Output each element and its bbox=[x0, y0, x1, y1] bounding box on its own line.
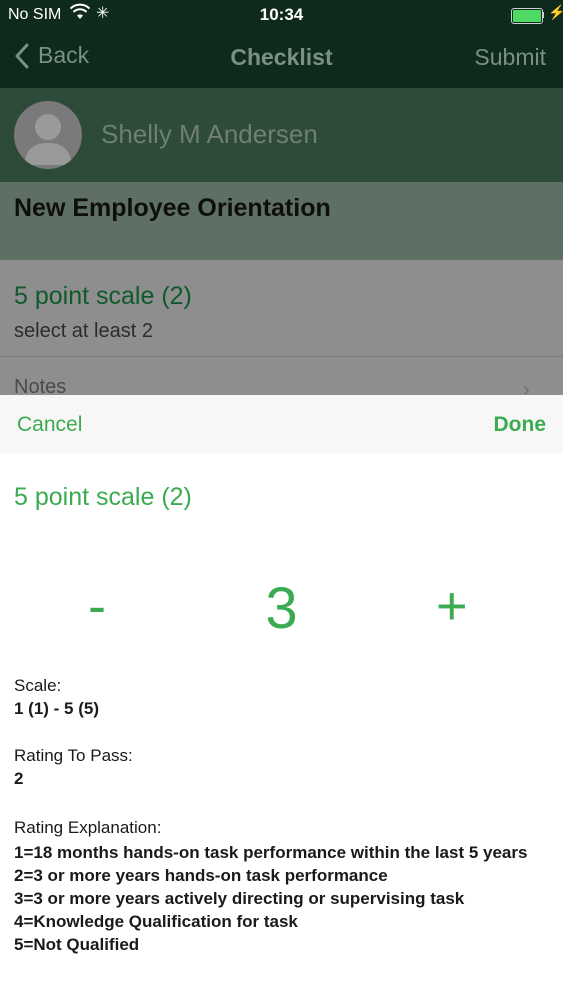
picker-item-title: 5 point scale (2) bbox=[14, 483, 192, 511]
pass-info: Rating To Pass: 2 bbox=[14, 744, 133, 790]
explanation-line: 3=3 or more years actively directing or … bbox=[14, 889, 465, 908]
checklist-item[interactable]: 5 point scale (2) select at least 2 bbox=[0, 260, 563, 357]
done-button[interactable]: Done bbox=[494, 413, 547, 437]
avatar bbox=[14, 101, 82, 169]
battery-icon bbox=[511, 8, 543, 24]
checklist-title-bar: New Employee Orientation bbox=[0, 182, 563, 260]
submit-button[interactable]: Submit bbox=[474, 44, 546, 71]
rating-picker-sheet: Cancel Done 5 point scale (2) - 3 + Scal… bbox=[0, 395, 563, 1000]
status-bar: No SIM ✳ 10:34 ⚡ bbox=[0, 0, 563, 30]
employee-header: Shelly M Andersen bbox=[0, 88, 563, 182]
explanation-line: 2=3 or more years hands-on task performa… bbox=[14, 866, 388, 885]
pass-value: 2 bbox=[14, 769, 24, 788]
charging-bolt-icon: ⚡ bbox=[548, 4, 563, 20]
scale-label: Scale: bbox=[14, 676, 62, 695]
explanation-label: Rating Explanation: bbox=[14, 818, 162, 837]
notes-row[interactable]: Notes › bbox=[0, 357, 563, 401]
scale-info: Scale: 1 (1) - 5 (5) bbox=[14, 674, 99, 720]
pass-label: Rating To Pass: bbox=[14, 746, 133, 765]
item-name: 5 point scale (2) bbox=[14, 282, 192, 310]
battery-tip bbox=[542, 12, 544, 18]
employee-name: Shelly M Andersen bbox=[101, 119, 318, 149]
clock: 10:34 bbox=[259, 5, 304, 24]
picker-toolbar: Cancel Done bbox=[0, 395, 563, 453]
checklist-screen: No SIM ✳ 10:34 ⚡ Back Checklist Submit S bbox=[0, 0, 563, 401]
navigation-bar: Back Checklist Submit bbox=[0, 30, 563, 88]
item-hint: select at least 2 bbox=[14, 320, 153, 342]
rating-value: 3 bbox=[265, 576, 298, 641]
checklist-title: New Employee Orientation bbox=[14, 194, 331, 222]
explanation-line: 1=18 months hands-on task performance wi… bbox=[14, 843, 528, 862]
avatar-placeholder-icon bbox=[24, 114, 72, 165]
explanation-line: 5=Not Qualified bbox=[14, 935, 140, 954]
increment-button[interactable]: + bbox=[436, 575, 468, 637]
scale-value: 1 (1) - 5 (5) bbox=[14, 699, 100, 718]
cancel-button[interactable]: Cancel bbox=[17, 413, 82, 437]
explanation-line: 4=Knowledge Qualification for task bbox=[14, 912, 298, 931]
rating-explanation: Rating Explanation: 1=18 months hands-on… bbox=[14, 816, 549, 956]
